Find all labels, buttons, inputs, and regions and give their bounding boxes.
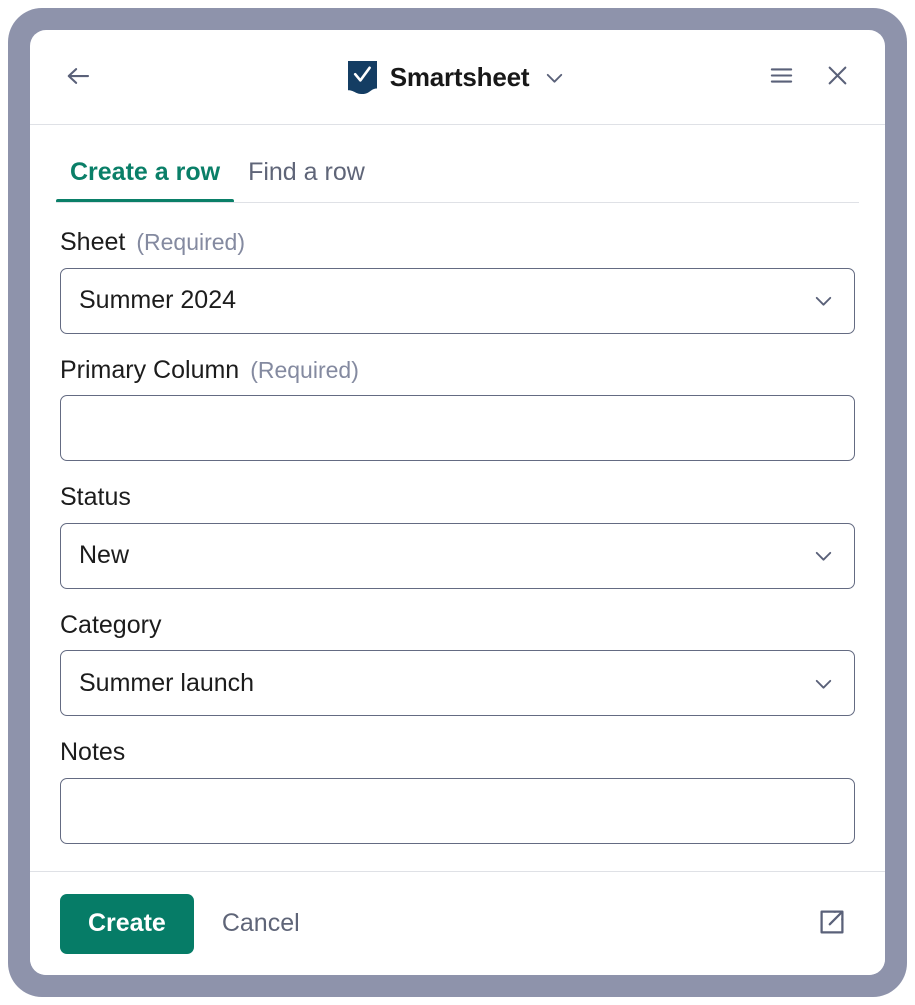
field-status-label: Status — [60, 484, 131, 512]
sheet-dropdown[interactable]: Summer 2024 — [60, 268, 855, 334]
hamburger-menu-icon — [767, 61, 796, 93]
close-button[interactable] — [815, 55, 859, 99]
chevron-down-icon — [811, 543, 836, 568]
form-body: Sheet (Required) Summer 2024 Primary Col… — [30, 203, 885, 871]
field-notes: Notes — [60, 739, 855, 844]
tab-find-a-row[interactable]: Find a row — [234, 160, 379, 203]
field-sheet-required-tag: (Required) — [136, 230, 245, 255]
header-right-group — [759, 55, 859, 99]
back-button[interactable] — [56, 55, 100, 99]
tab-create-a-row[interactable]: Create a row — [56, 160, 234, 203]
status-dropdown-value: New — [79, 541, 811, 570]
field-primary-column-label: Primary Column — [60, 357, 239, 385]
close-icon — [823, 61, 852, 93]
sheet-dropdown-value: Summer 2024 — [79, 286, 811, 315]
field-status-label-row: Status — [60, 484, 855, 512]
open-in-new-window-icon — [816, 906, 848, 941]
header-left-group — [56, 55, 100, 99]
field-notes-label-row: Notes — [60, 739, 855, 767]
chevron-down-icon — [811, 288, 836, 313]
field-notes-label: Notes — [60, 739, 125, 767]
smartsheet-logo-icon — [348, 61, 377, 94]
category-dropdown-value: Summer launch — [79, 669, 811, 698]
category-dropdown[interactable]: Summer launch — [60, 650, 855, 716]
header-title-area: Smartsheet — [30, 30, 885, 124]
app-title-dropdown[interactable]: Smartsheet — [348, 61, 568, 94]
smartsheet-dialog: Smartsheet — [30, 30, 885, 975]
field-sheet-label-row: Sheet (Required) — [60, 229, 855, 257]
field-status: Status New — [60, 484, 855, 589]
field-sheet-label: Sheet — [60, 229, 125, 257]
tab-bar: Create a row Find a row — [30, 125, 885, 203]
dialog-header: Smartsheet — [30, 30, 885, 125]
status-dropdown[interactable]: New — [60, 523, 855, 589]
chevron-down-icon — [811, 671, 836, 696]
notes-input[interactable] — [60, 778, 855, 844]
field-sheet: Sheet (Required) Summer 2024 — [60, 229, 855, 334]
chevron-down-icon[interactable] — [542, 65, 567, 90]
field-primary-column-required-tag: (Required) — [250, 358, 359, 383]
hamburger-menu-button[interactable] — [759, 55, 803, 99]
create-button[interactable]: Create — [60, 894, 194, 954]
cancel-button[interactable]: Cancel — [216, 909, 306, 938]
field-category-label: Category — [60, 612, 161, 640]
window-frame: Smartsheet — [8, 8, 907, 997]
field-category-label-row: Category — [60, 612, 855, 640]
field-primary-column: Primary Column (Required) — [60, 357, 855, 462]
dialog-footer: Create Cancel — [30, 871, 885, 975]
app-title: Smartsheet — [390, 62, 530, 93]
field-primary-column-label-row: Primary Column (Required) — [60, 357, 855, 385]
field-category: Category Summer launch — [60, 612, 855, 717]
arrow-left-icon — [63, 61, 93, 94]
primary-column-input[interactable] — [60, 395, 855, 461]
open-in-new-window-button[interactable] — [809, 901, 855, 947]
